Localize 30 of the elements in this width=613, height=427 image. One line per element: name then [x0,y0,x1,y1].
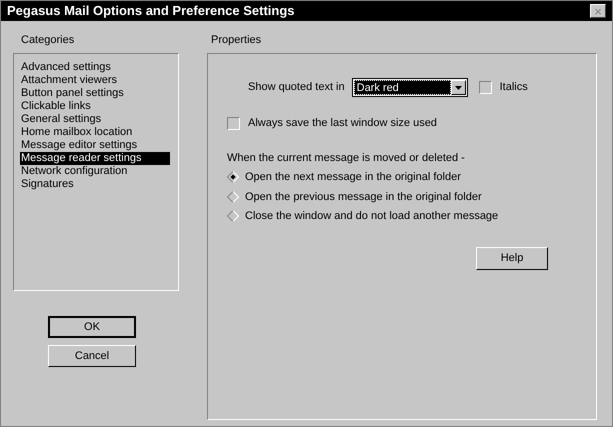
save-size-label: Always save the last window size used [248,116,437,131]
radio-button[interactable] [227,190,239,203]
radio-button[interactable] [227,210,239,222]
radio-label: Open the next message in the original folder [245,170,461,185]
category-item[interactable]: Network configuration [20,165,170,178]
category-item[interactable]: Attachment viewers [20,74,170,87]
checkbox[interactable] [478,81,492,94]
dialog-button[interactable]: Cancel [48,345,136,367]
category-item[interactable]: Clickable links [20,100,170,113]
radio-label: Close the window and do not load another message [245,209,498,224]
properties-label: Properties [211,33,262,47]
move-group-label: When the current message is moved or deleted - [227,150,466,166]
category-item[interactable]: Signatures [20,178,170,191]
italics-label: Italics [500,80,528,96]
category-item[interactable]: Message reader settings [20,152,170,165]
category-item[interactable]: Button panel settings [20,87,170,100]
radio-label: Open the previous message in the original folder [245,190,482,204]
quoted-text-label: Show quoted text in [248,80,345,96]
category-item[interactable]: Advanced settings [20,61,170,74]
category-item[interactable]: Message editor settings [20,139,170,152]
checkbox[interactable] [227,116,240,130]
color-dropdown[interactable]: Dark red [352,78,468,97]
dialog-button[interactable]: OK [48,316,136,338]
categories-label: Categories [21,33,76,47]
window-title: Pegasus Mail Options and Preference Settings [7,2,295,20]
dropdown-value: Dark red [354,80,451,95]
radio-button[interactable] [227,171,239,184]
help-button[interactable]: Help [476,246,548,270]
category-item[interactable]: Home mailbox location [20,126,170,139]
category-item[interactable]: General settings [20,113,170,126]
